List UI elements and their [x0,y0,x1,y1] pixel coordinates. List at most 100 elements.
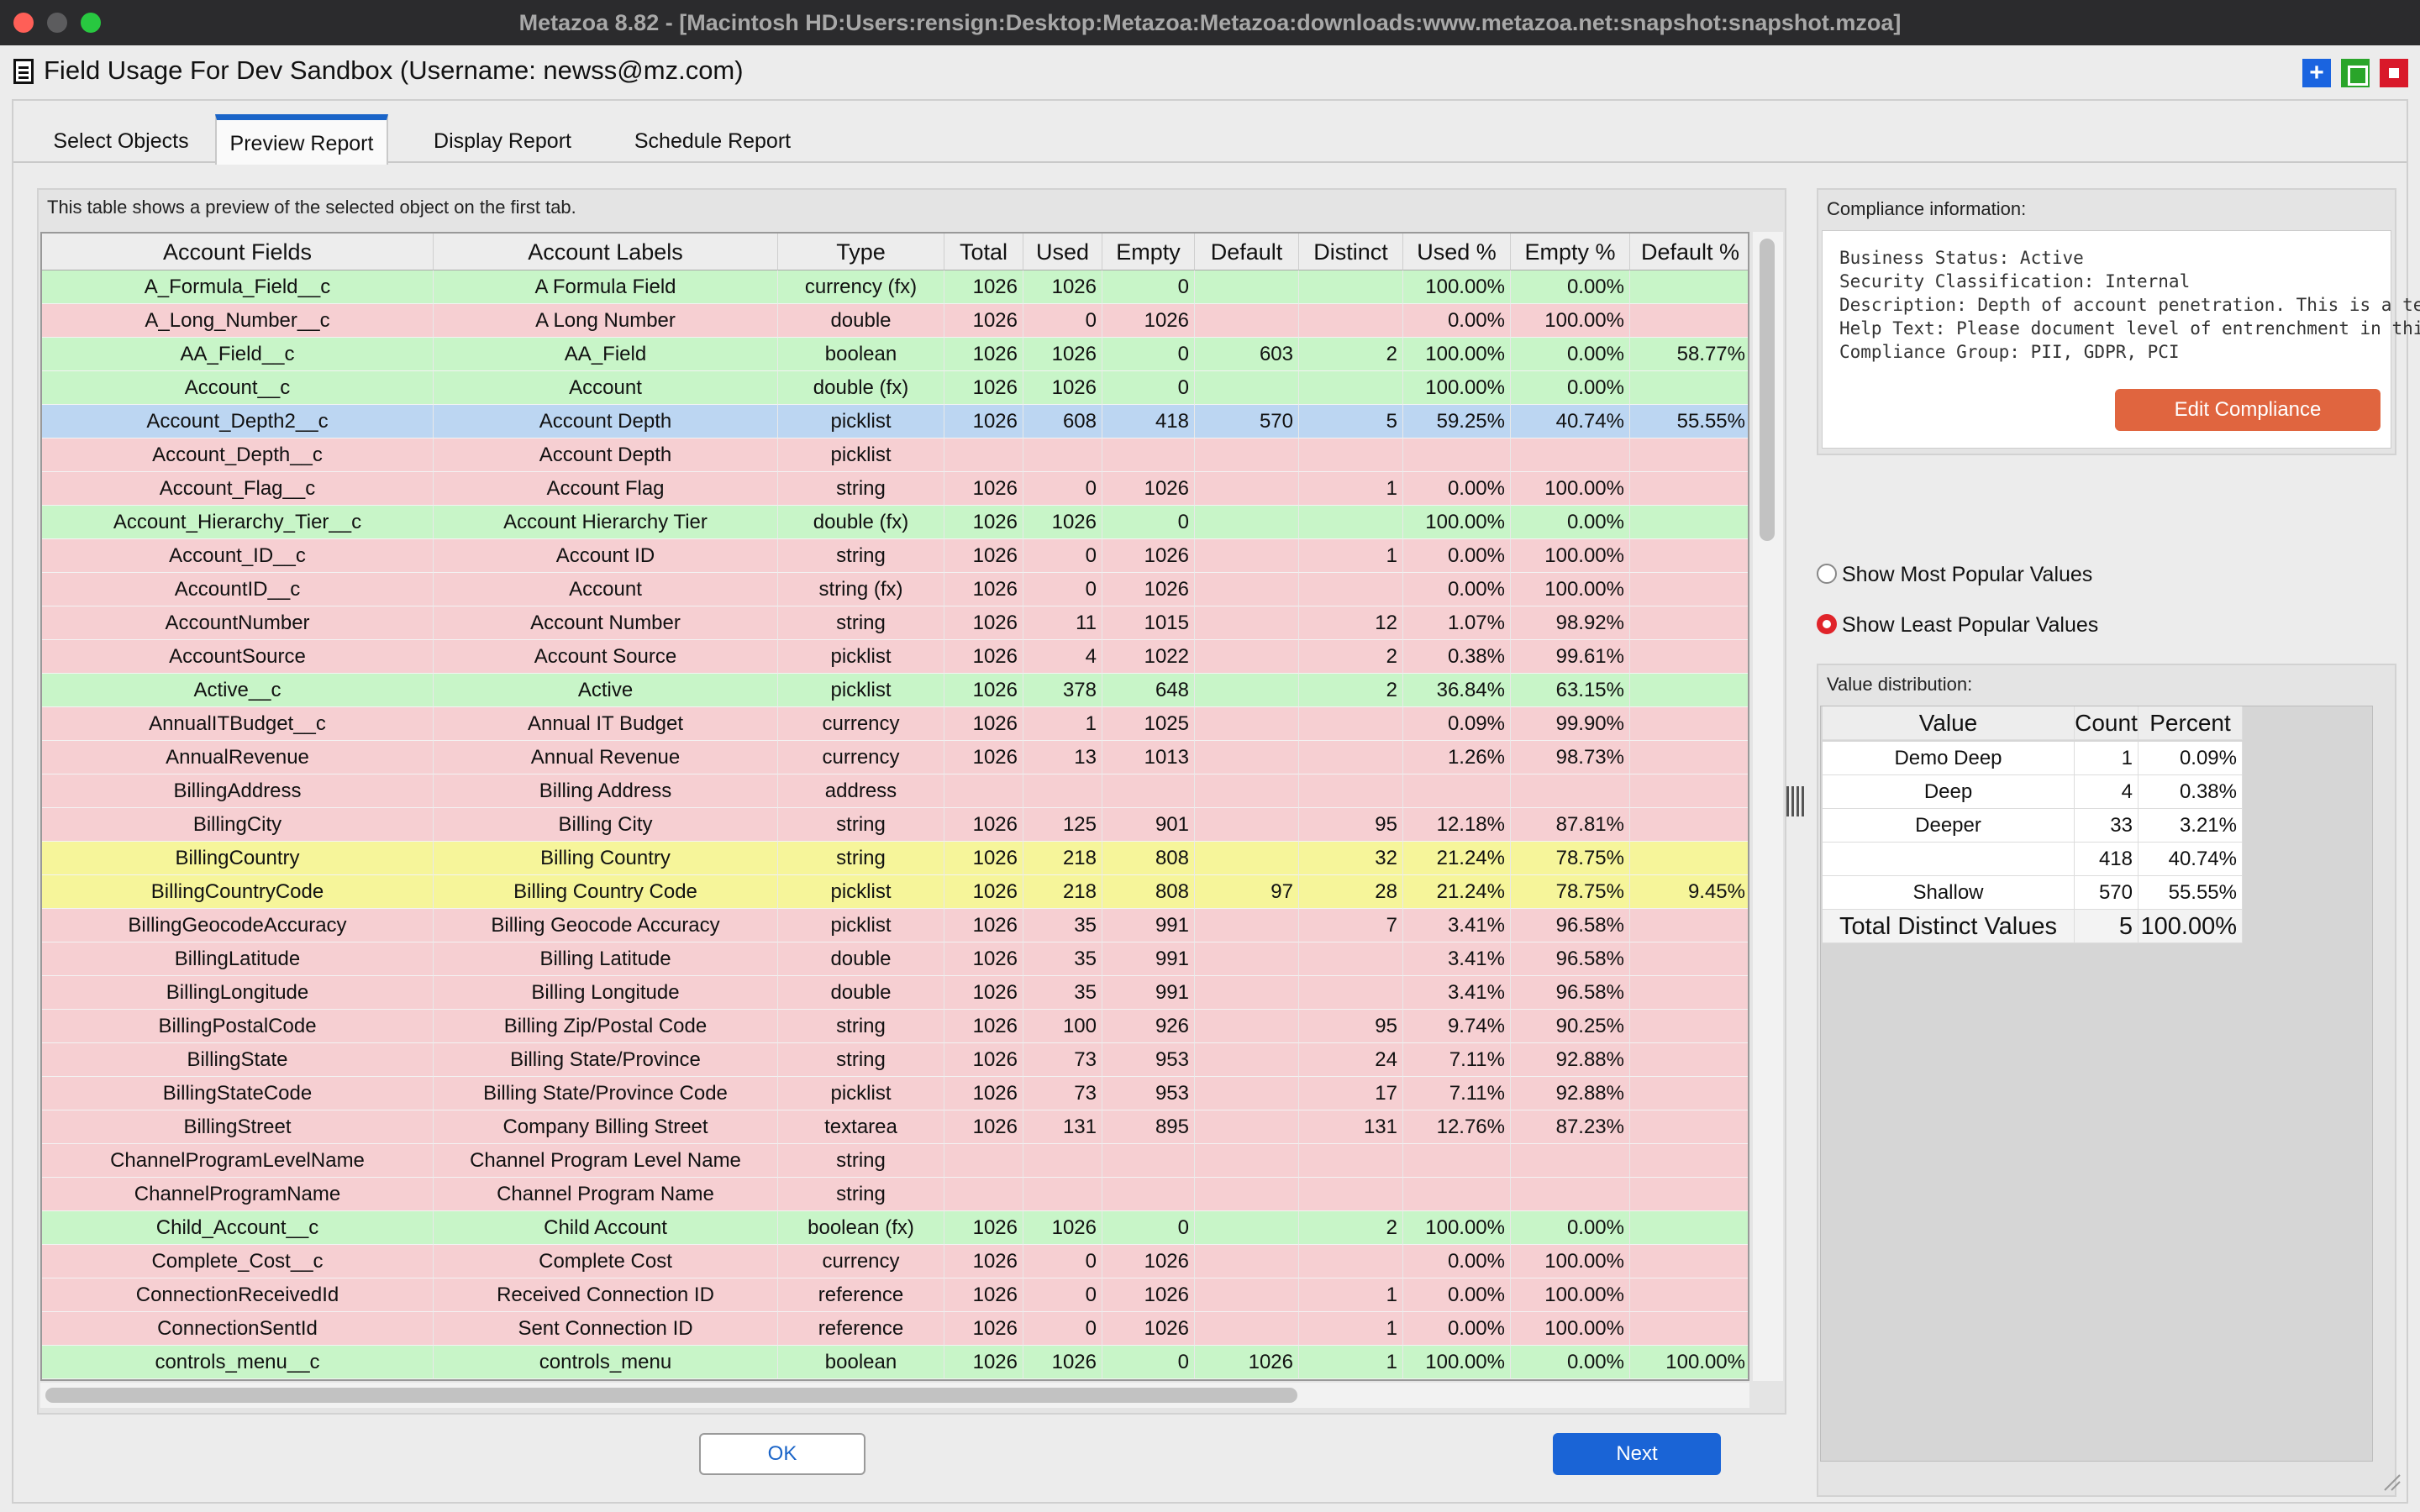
table-row[interactable]: BillingLongitude Billing Longitude double 1… [42,976,1748,1010]
table-row[interactable]: A_Formula_Field__c A Formula Field currenc… [42,270,1748,304]
table-row[interactable]: ChannelProgramName Channel Program Name st… [42,1178,1748,1211]
column-header[interactable]: Distinct [1299,234,1403,270]
table-cell: AnnualITBudget__c [42,707,434,741]
table-row[interactable]: Account_ID__c Account ID string 1026 0 1026 1 0… [42,539,1748,573]
table-cell: 1026 [944,808,1023,842]
column-header[interactable]: Total [944,234,1023,270]
tab-preview-report[interactable]: Preview Report [215,114,388,165]
table-row[interactable]: controls_menu__c controls_menu boolean 1026… [42,1346,1748,1379]
table-row[interactable]: BillingCountryCode Billing Country Code pi… [42,875,1748,909]
column-header[interactable]: Empty % [1511,234,1630,270]
table-cell: 92.88% [1511,1077,1630,1110]
table-cell [1299,304,1403,338]
vertical-scroll-thumb[interactable] [1760,239,1775,541]
table-row[interactable]: Active__c Active picklist 1026 378 648 2 36.84%… [42,674,1748,707]
table-cell [1630,1312,1748,1346]
edit-compliance-button[interactable]: Edit Compliance [2115,389,2381,431]
table-row[interactable]: BillingAddress Billing Address address [42,774,1748,808]
table-cell: 991 [1102,976,1195,1010]
table-row[interactable]: BillingState Billing State/Province string… [42,1043,1748,1077]
table-row[interactable]: Account__c Account double (fx) 1026 1026 0 100… [42,371,1748,405]
table-cell: 0.00% [1403,1245,1511,1278]
horizontal-scrollbar[interactable] [40,1383,1749,1408]
table-row[interactable]: BillingGeocodeAccuracy Billing Geocode Ac… [42,909,1748,942]
column-header[interactable]: Used % [1403,234,1511,270]
table-row[interactable]: Account_Depth__c Account Depth picklist [42,438,1748,472]
table-cell: 1 [1299,1278,1403,1312]
most-popular-radio[interactable]: Show Most Popular Values [1817,561,2092,588]
table-row[interactable]: BillingStateCode Billing State/Province C… [42,1077,1748,1110]
table-cell: 100.00% [2139,910,2243,943]
table-cell [1630,741,1748,774]
tab-display-report[interactable]: Display Report [400,114,605,163]
table-row[interactable]: Child_Account__c Child Account boolean (fx… [42,1211,1748,1245]
table-row[interactable]: 418 40.74% [1823,843,2243,876]
table-cell: 3.41% [1403,909,1511,942]
splitter-handle[interactable] [1785,786,1805,820]
table-cell: 1026 [944,506,1023,539]
vertical-scrollbar[interactable] [1753,232,1783,1381]
tab-select-objects[interactable]: Select Objects [22,114,220,163]
square-icon[interactable] [2341,59,2370,87]
table-row[interactable]: ConnectionReceivedId Received Connection … [42,1278,1748,1312]
column-header[interactable]: Used [1023,234,1102,270]
column-header[interactable]: Default [1195,234,1299,270]
table-cell [1630,506,1748,539]
table-row[interactable]: AA_Field__c AA_Field boolean 1026 1026 0 603 2 1… [42,338,1748,371]
table-row[interactable]: Account_Depth2__c Account Depth picklist 10… [42,405,1748,438]
table-cell: 2 [1299,640,1403,674]
resize-grip-icon[interactable] [2381,1472,2402,1492]
column-header[interactable]: Type [778,234,944,270]
table-cell: 3.41% [1403,976,1511,1010]
table-row[interactable]: Account_Flag__c Account Flag string 1026 0 10… [42,472,1748,506]
table-row[interactable]: Deeper 33 3.21% [1823,809,2243,843]
table-row[interactable]: Deep 4 0.38% [1823,775,2243,809]
table-row[interactable]: AccountID__c Account string (fx) 1026 0 1026 0… [42,573,1748,606]
table-row[interactable]: BillingCity Billing City string 1026 125 901 9… [42,808,1748,842]
table-cell: AnnualRevenue [42,741,434,774]
table-cell [1511,1144,1630,1178]
horizontal-scroll-thumb[interactable] [45,1388,1297,1403]
table-row[interactable]: ConnectionSentId Sent Connection ID refere… [42,1312,1748,1346]
table-cell: 0 [1102,1346,1195,1379]
table-row[interactable]: AnnualRevenue Annual Revenue currency 1026 1… [42,741,1748,774]
table-cell: 0.00% [1403,539,1511,573]
table-row[interactable]: Complete_Cost__c Complete Cost currency 102… [42,1245,1748,1278]
table-cell: 73 [1023,1043,1102,1077]
table-row[interactable]: A_Long_Number__c A Long Number double 1026 0… [42,304,1748,338]
table-total-row[interactable]: Total Distinct Values 5 100.00% [1823,910,2243,943]
table-cell: 96.58% [1511,942,1630,976]
next-button[interactable]: Next [1553,1433,1721,1475]
column-header[interactable]: Account Labels [434,234,778,270]
plus-icon[interactable]: + [2302,59,2331,87]
column-header[interactable]: Empty [1102,234,1195,270]
table-cell: textarea [778,1110,944,1144]
table-row[interactable]: BillingLatitude Billing Latitude double 102… [42,942,1748,976]
table-cell: 1022 [1102,640,1195,674]
table-cell: 96.58% [1511,909,1630,942]
table-row[interactable]: BillingCountry Billing Country string 1026 2… [42,842,1748,875]
table-cell [1630,674,1748,707]
table-row[interactable]: AnnualITBudget__c Annual IT Budget currenc… [42,707,1748,741]
tab-schedule-report[interactable]: Schedule Report [602,114,823,163]
table-cell: 55.55% [2139,876,2243,910]
table-cell [1403,1178,1511,1211]
table-cell: 0.00% [1511,338,1630,371]
table-cell [1630,1245,1748,1278]
table-cell: 1026 [1023,371,1102,405]
column-header[interactable]: Default % [1630,234,1748,270]
table-row[interactable]: Demo Deep 1 0.09% [1823,742,2243,775]
table-cell: 1026 [944,1312,1023,1346]
ok-button[interactable]: OK [699,1433,865,1475]
table-row[interactable]: BillingStreet Company Billing Street texta… [42,1110,1748,1144]
stop-icon[interactable] [2380,59,2408,87]
table-cell: BillingAddress [42,774,434,808]
table-row[interactable]: Account_Hierarchy_Tier__c Account Hierarc… [42,506,1748,539]
table-row[interactable]: AccountNumber Account Number string 1026 11 1… [42,606,1748,640]
column-header[interactable]: Account Fields [42,234,434,270]
table-row[interactable]: ChannelProgramLevelName Channel Program L… [42,1144,1748,1178]
table-row[interactable]: Shallow 570 55.55% [1823,876,2243,910]
table-row[interactable]: BillingPostalCode Billing Zip/Postal Code… [42,1010,1748,1043]
least-popular-radio[interactable]: Show Least Popular Values [1817,612,2098,638]
table-row[interactable]: AccountSource Account Source picklist 1026 4… [42,640,1748,674]
